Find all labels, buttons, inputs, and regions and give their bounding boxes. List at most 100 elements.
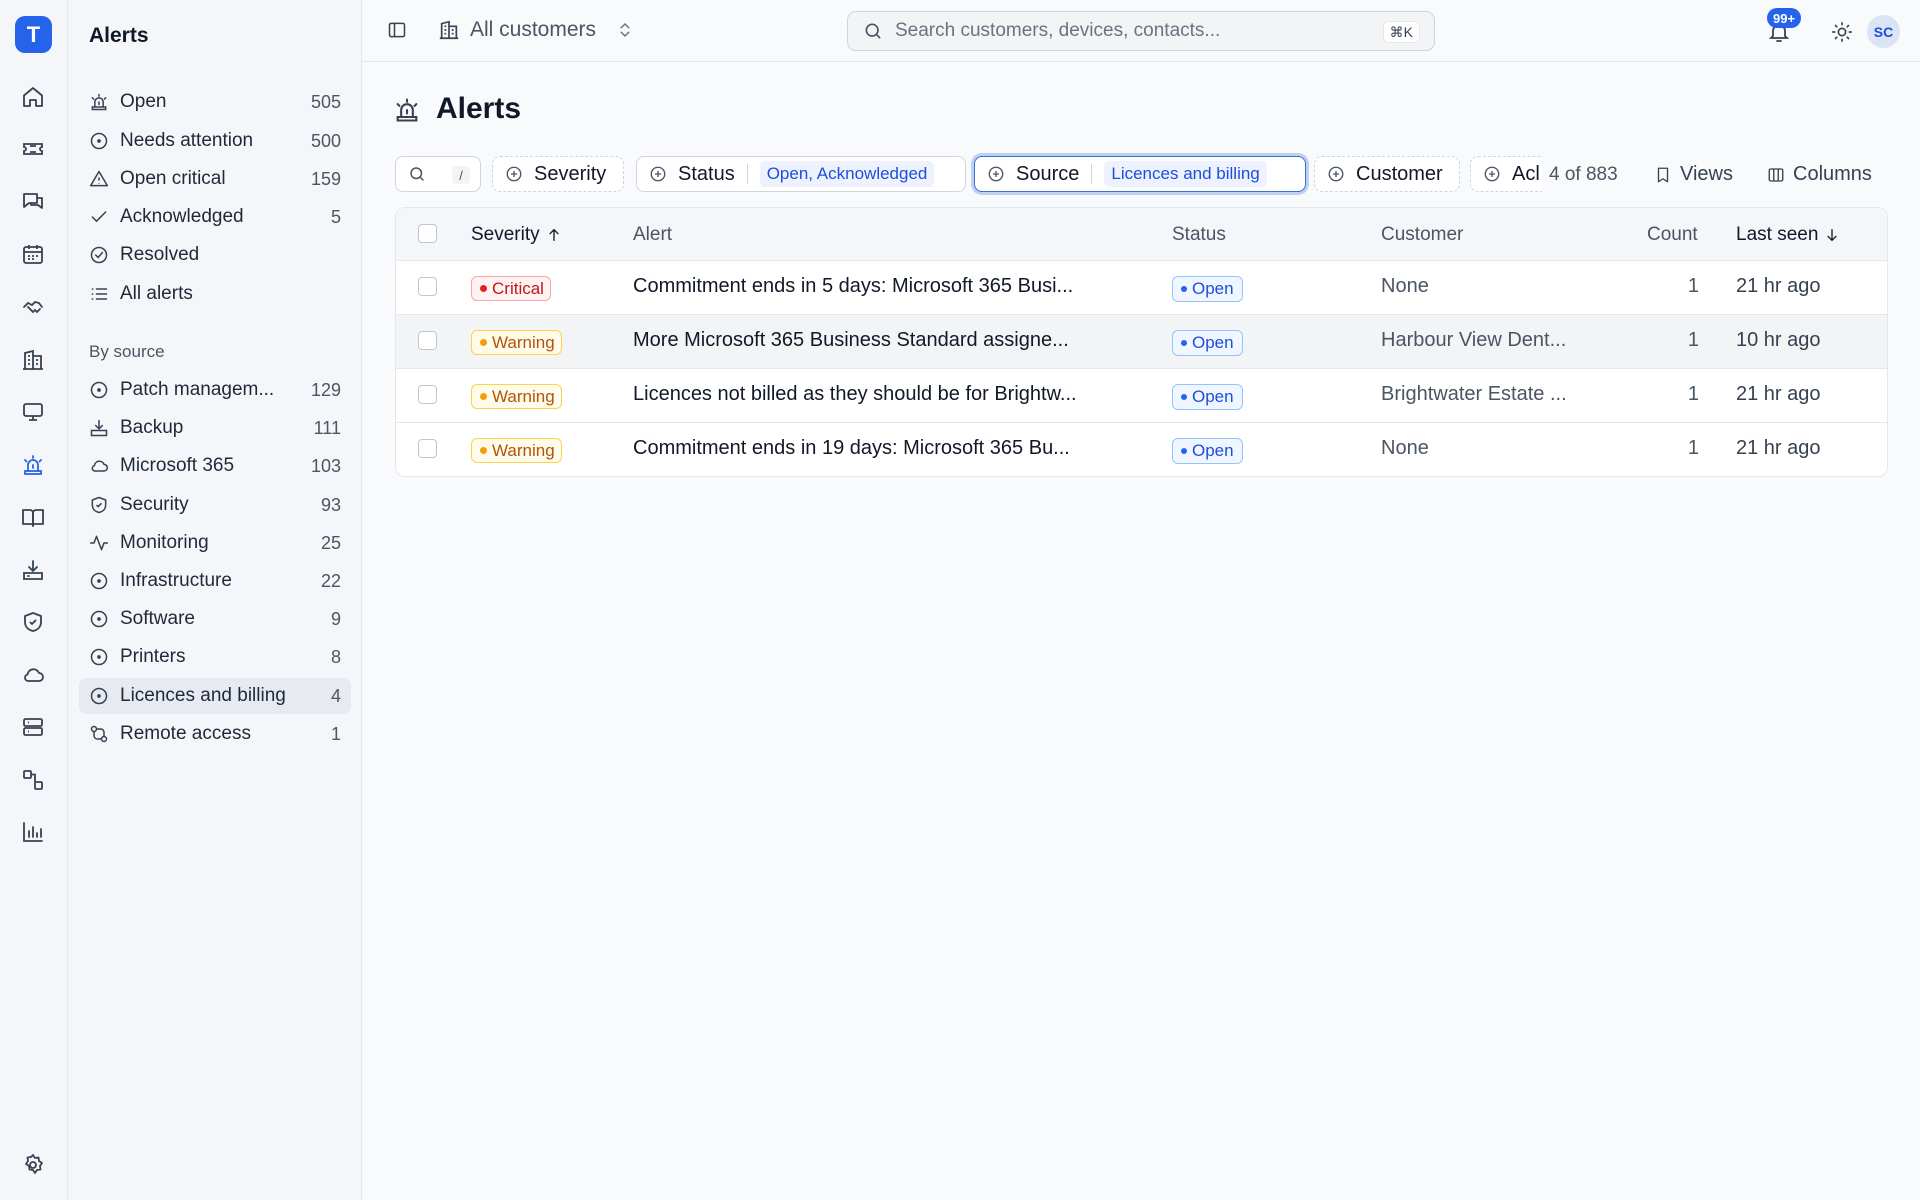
icon-rail: T bbox=[0, 0, 68, 1200]
user-avatar[interactable]: SC bbox=[1867, 15, 1900, 48]
alert-title[interactable]: More Microsoft 365 Business Standard ass… bbox=[633, 329, 1153, 352]
table-row[interactable]: Warning More Microsoft 365 Business Stan… bbox=[396, 315, 1887, 369]
table-row[interactable]: Warning Licences not billed as they shou… bbox=[396, 369, 1887, 423]
sidebar-item-count: 5 bbox=[330, 206, 341, 227]
column-header-status[interactable]: Status bbox=[1172, 224, 1226, 246]
columns-icon bbox=[1768, 167, 1784, 182]
sidebar-item-infrastructure[interactable]: Infrastructure 22 bbox=[79, 563, 351, 599]
book-icon[interactable] bbox=[18, 502, 48, 532]
select-all-checkbox[interactable] bbox=[418, 224, 437, 243]
customer-selector[interactable]: All customers bbox=[438, 18, 634, 42]
bookmark-icon bbox=[1657, 167, 1669, 182]
page-title: Alerts bbox=[436, 92, 522, 125]
alarm-icon bbox=[91, 93, 107, 111]
alert-title[interactable]: Licences not billed as they should be fo… bbox=[633, 383, 1153, 406]
column-header-label: Last seen bbox=[1736, 224, 1819, 245]
sidebar-item-resolved[interactable]: Resolved bbox=[79, 237, 351, 273]
column-header-customer[interactable]: Customer bbox=[1381, 224, 1463, 246]
filter-label: Acl bbox=[1512, 162, 1540, 185]
row-checkbox[interactable] bbox=[418, 277, 437, 296]
handshake-icon[interactable] bbox=[18, 292, 48, 322]
server-icon[interactable] bbox=[18, 712, 48, 742]
severity-filter-chip[interactable]: Severity bbox=[492, 156, 624, 192]
sidebar-item-count: 22 bbox=[320, 570, 341, 591]
views-button[interactable]: Views bbox=[1654, 163, 1733, 186]
sidebar-item-printers[interactable]: Printers 8 bbox=[79, 639, 351, 675]
sidebar-item-patch-management[interactable]: Patch managem... 129 bbox=[79, 372, 351, 408]
columns-button[interactable]: Columns bbox=[1767, 163, 1872, 186]
sidebar-item-label: Microsoft 365 bbox=[120, 455, 235, 476]
count-cell: 1 bbox=[1687, 275, 1699, 297]
column-header-last-seen[interactable]: Last seen bbox=[1736, 224, 1840, 246]
filter-label: Source bbox=[1016, 162, 1080, 185]
chart-icon[interactable] bbox=[18, 817, 48, 847]
sidebar-item-label: Software bbox=[120, 608, 195, 629]
global-search-input[interactable]: Search customers, devices, contacts... ⌘… bbox=[847, 11, 1435, 51]
source-filter-chip[interactable]: Source Licences and billing bbox=[974, 156, 1306, 192]
chip-divider bbox=[1091, 164, 1093, 184]
status-filter-chip[interactable]: Status Open, Acknowledged bbox=[636, 156, 966, 192]
row-checkbox[interactable] bbox=[418, 331, 437, 350]
column-header-alert[interactable]: Alert bbox=[633, 224, 672, 246]
sidebar-item-acknowledged[interactable]: Acknowledged 5 bbox=[79, 199, 351, 235]
sidebar-item-open-critical[interactable]: Open critical 159 bbox=[79, 161, 351, 197]
download-icon[interactable] bbox=[18, 555, 48, 585]
table-row[interactable]: Critical Commitment ends in 5 days: Micr… bbox=[396, 261, 1887, 315]
check-icon bbox=[91, 211, 107, 223]
sidebar-item-open[interactable]: Open 505 bbox=[79, 84, 351, 120]
sidebar-item-security[interactable]: Security 93 bbox=[79, 487, 351, 523]
customer-cell: None bbox=[1381, 437, 1429, 459]
filter-search-shortcut: / bbox=[452, 166, 470, 184]
sidebar-section-label: By source bbox=[89, 342, 165, 361]
customer-cell: Harbour View Dent... bbox=[1381, 329, 1567, 351]
app-logo[interactable]: T bbox=[15, 16, 52, 53]
ticket-icon[interactable] bbox=[18, 134, 48, 164]
sidebar-item-all-alerts[interactable]: All alerts bbox=[79, 276, 351, 312]
acknowledged-filter-chip[interactable]: Acl bbox=[1470, 156, 1542, 192]
sidebar-item-licences-and-billing[interactable]: Licences and billing 4 bbox=[79, 678, 351, 714]
customer-filter-chip[interactable]: Customer bbox=[1314, 156, 1460, 192]
column-header-severity[interactable]: Severity bbox=[471, 224, 562, 246]
arrow-up-icon bbox=[548, 228, 559, 241]
plus-circle-icon bbox=[650, 166, 666, 182]
sidebar-item-count: 93 bbox=[320, 494, 341, 515]
sidebar-item-count: 25 bbox=[320, 532, 341, 553]
workflow-icon[interactable] bbox=[18, 765, 48, 795]
shield-icon[interactable] bbox=[18, 607, 48, 637]
sidebar-item-count: 505 bbox=[310, 91, 341, 112]
sidebar-item-needs-attention[interactable]: Needs attention 500 bbox=[79, 123, 351, 159]
status-label: Open bbox=[1192, 441, 1234, 460]
column-header-count[interactable]: Count bbox=[1647, 224, 1698, 246]
column-header-label: Alert bbox=[633, 224, 673, 245]
calendar-icon[interactable] bbox=[18, 239, 48, 269]
status-badge: Open bbox=[1172, 438, 1243, 464]
sidebar-item-label: Printers bbox=[120, 646, 186, 667]
column-header-label: Customer bbox=[1381, 224, 1464, 245]
sidebar-item-monitoring[interactable]: Monitoring 25 bbox=[79, 525, 351, 561]
shield-check-icon bbox=[91, 496, 107, 514]
sidebar-item-remote-access[interactable]: Remote access 1 bbox=[79, 716, 351, 752]
sidebar-item-backup[interactable]: Backup 111 bbox=[79, 410, 351, 446]
filter-value: Open, Acknowledged bbox=[759, 161, 935, 187]
alert-title[interactable]: Commitment ends in 5 days: Microsoft 365… bbox=[633, 275, 1153, 298]
row-checkbox[interactable] bbox=[418, 385, 437, 404]
sidebar-toggle-icon[interactable] bbox=[387, 20, 407, 40]
row-checkbox[interactable] bbox=[418, 439, 437, 458]
sidebar-item-software[interactable]: Software 9 bbox=[79, 601, 351, 637]
sidebar-item-label: Licences and billing bbox=[120, 685, 286, 706]
building-icon[interactable] bbox=[18, 345, 48, 375]
table-row[interactable]: Warning Commitment ends in 19 days: Micr… bbox=[396, 423, 1887, 476]
filter-label: Customer bbox=[1356, 162, 1443, 185]
alert-title[interactable]: Commitment ends in 19 days: Microsoft 36… bbox=[633, 437, 1153, 460]
chat-icon[interactable] bbox=[18, 187, 48, 217]
monitor-icon[interactable] bbox=[18, 397, 48, 427]
home-icon[interactable] bbox=[18, 82, 48, 112]
alarm-icon[interactable] bbox=[18, 450, 48, 480]
sidebar-item-microsoft-365[interactable]: Microsoft 365 103 bbox=[79, 448, 351, 484]
filter-value: Licences and billing bbox=[1104, 161, 1267, 187]
status-label: Open bbox=[1192, 333, 1234, 352]
settings-icon[interactable] bbox=[18, 1150, 48, 1180]
cloud-icon[interactable] bbox=[18, 660, 48, 690]
theme-toggle-icon[interactable] bbox=[1831, 21, 1853, 43]
filter-search-input[interactable]: / bbox=[395, 156, 481, 192]
